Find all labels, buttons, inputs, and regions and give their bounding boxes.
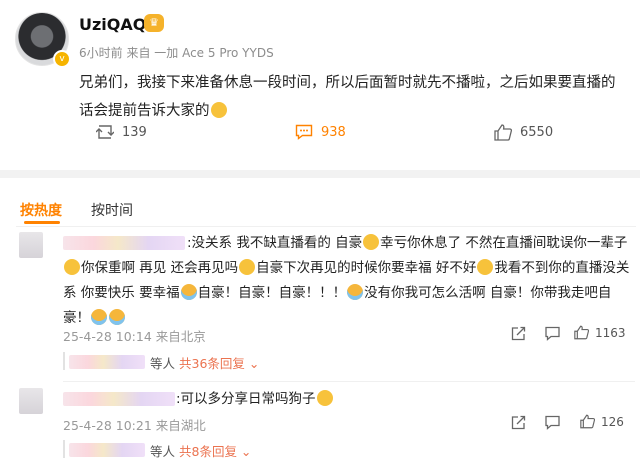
comment-username[interactable]	[63, 392, 175, 406]
comment-text: :可以多分享日常吗狗子	[176, 387, 334, 412]
comment-username[interactable]	[63, 236, 185, 250]
comment-like-button[interactable]: 1163	[574, 325, 626, 340]
crying-emoji-icon	[91, 309, 107, 325]
like-count: 6550	[520, 125, 554, 140]
reply-usernames[interactable]	[69, 355, 145, 369]
tab-divider	[16, 226, 636, 227]
crying-emoji-icon	[109, 309, 125, 325]
thumbs-up-icon	[574, 325, 589, 340]
reply-bar	[63, 440, 65, 458]
reply-comment-icon[interactable]	[545, 415, 560, 430]
active-tab-indicator	[24, 221, 60, 224]
repost-icon	[96, 125, 114, 139]
post-meta: 6小时前 来自 一加 Ace 5 Pro YYDS	[79, 46, 274, 60]
thumbs-up-icon	[580, 414, 595, 429]
comment-avatar[interactable]	[19, 232, 43, 258]
repost-count: 139	[122, 124, 147, 140]
reply-comment-icon[interactable]	[545, 326, 560, 341]
comment-text-continued: 你保重啊 再见 还会再见吗 自豪下次再见的时候你要幸福 好不好 我看不到你的直播没关…	[63, 259, 630, 326]
share-icon[interactable]	[511, 326, 526, 341]
share-icon[interactable]	[511, 415, 526, 430]
author-username[interactable]: UziQAQ	[79, 15, 146, 34]
crying-emoji-icon	[347, 284, 364, 300]
comment-button[interactable]: 938	[295, 124, 346, 140]
reply-bar	[63, 352, 65, 370]
pleading-emoji-icon	[477, 259, 494, 275]
like-button[interactable]: 6550	[494, 124, 553, 141]
tab-hot[interactable]: 按热度	[20, 200, 62, 220]
comment-like-count: 126	[601, 414, 624, 429]
repost-button[interactable]: 139	[96, 124, 147, 140]
comment-meta: 25-4-28 10:14 来自北京	[63, 329, 206, 344]
replies-summary[interactable]: 等人 共36条回复 ⌄	[150, 353, 259, 372]
comment-icon	[295, 124, 313, 140]
pleading-emoji-icon	[239, 259, 256, 275]
reply-usernames[interactable]	[69, 443, 145, 457]
crying-emoji-icon	[180, 284, 197, 300]
smile-emoji-icon	[64, 259, 80, 275]
vip-crown-icon: ♛	[144, 14, 164, 32]
verified-badge-icon: v	[53, 50, 71, 68]
pray-emoji-icon	[210, 102, 227, 118]
comment-avatar[interactable]	[19, 388, 43, 414]
replies-summary[interactable]: 等人 共8条回复 ⌄	[150, 441, 251, 460]
comment-divider	[63, 381, 635, 382]
post-text: 兄弟们，我接下来准备休息一段时间，所以后面暂时就先不播啦，之后如果要直播的话会提…	[79, 75, 616, 119]
comment-like-count: 1163	[595, 325, 626, 340]
tab-time[interactable]: 按时间	[91, 200, 133, 220]
blush-emoji-icon	[316, 390, 333, 406]
comment-count: 938	[321, 124, 346, 140]
thumbs-up-icon	[494, 124, 512, 141]
section-divider	[0, 170, 640, 178]
proud-emoji-icon	[363, 234, 380, 250]
comment-like-button[interactable]: 126	[580, 414, 624, 429]
comment-text: :没关系 我不缺直播看的 自豪 幸亏你休息了 不然在直播间耽误你一辈子	[187, 234, 628, 251]
comment-meta: 25-4-28 10:21 来自湖北	[63, 418, 206, 433]
